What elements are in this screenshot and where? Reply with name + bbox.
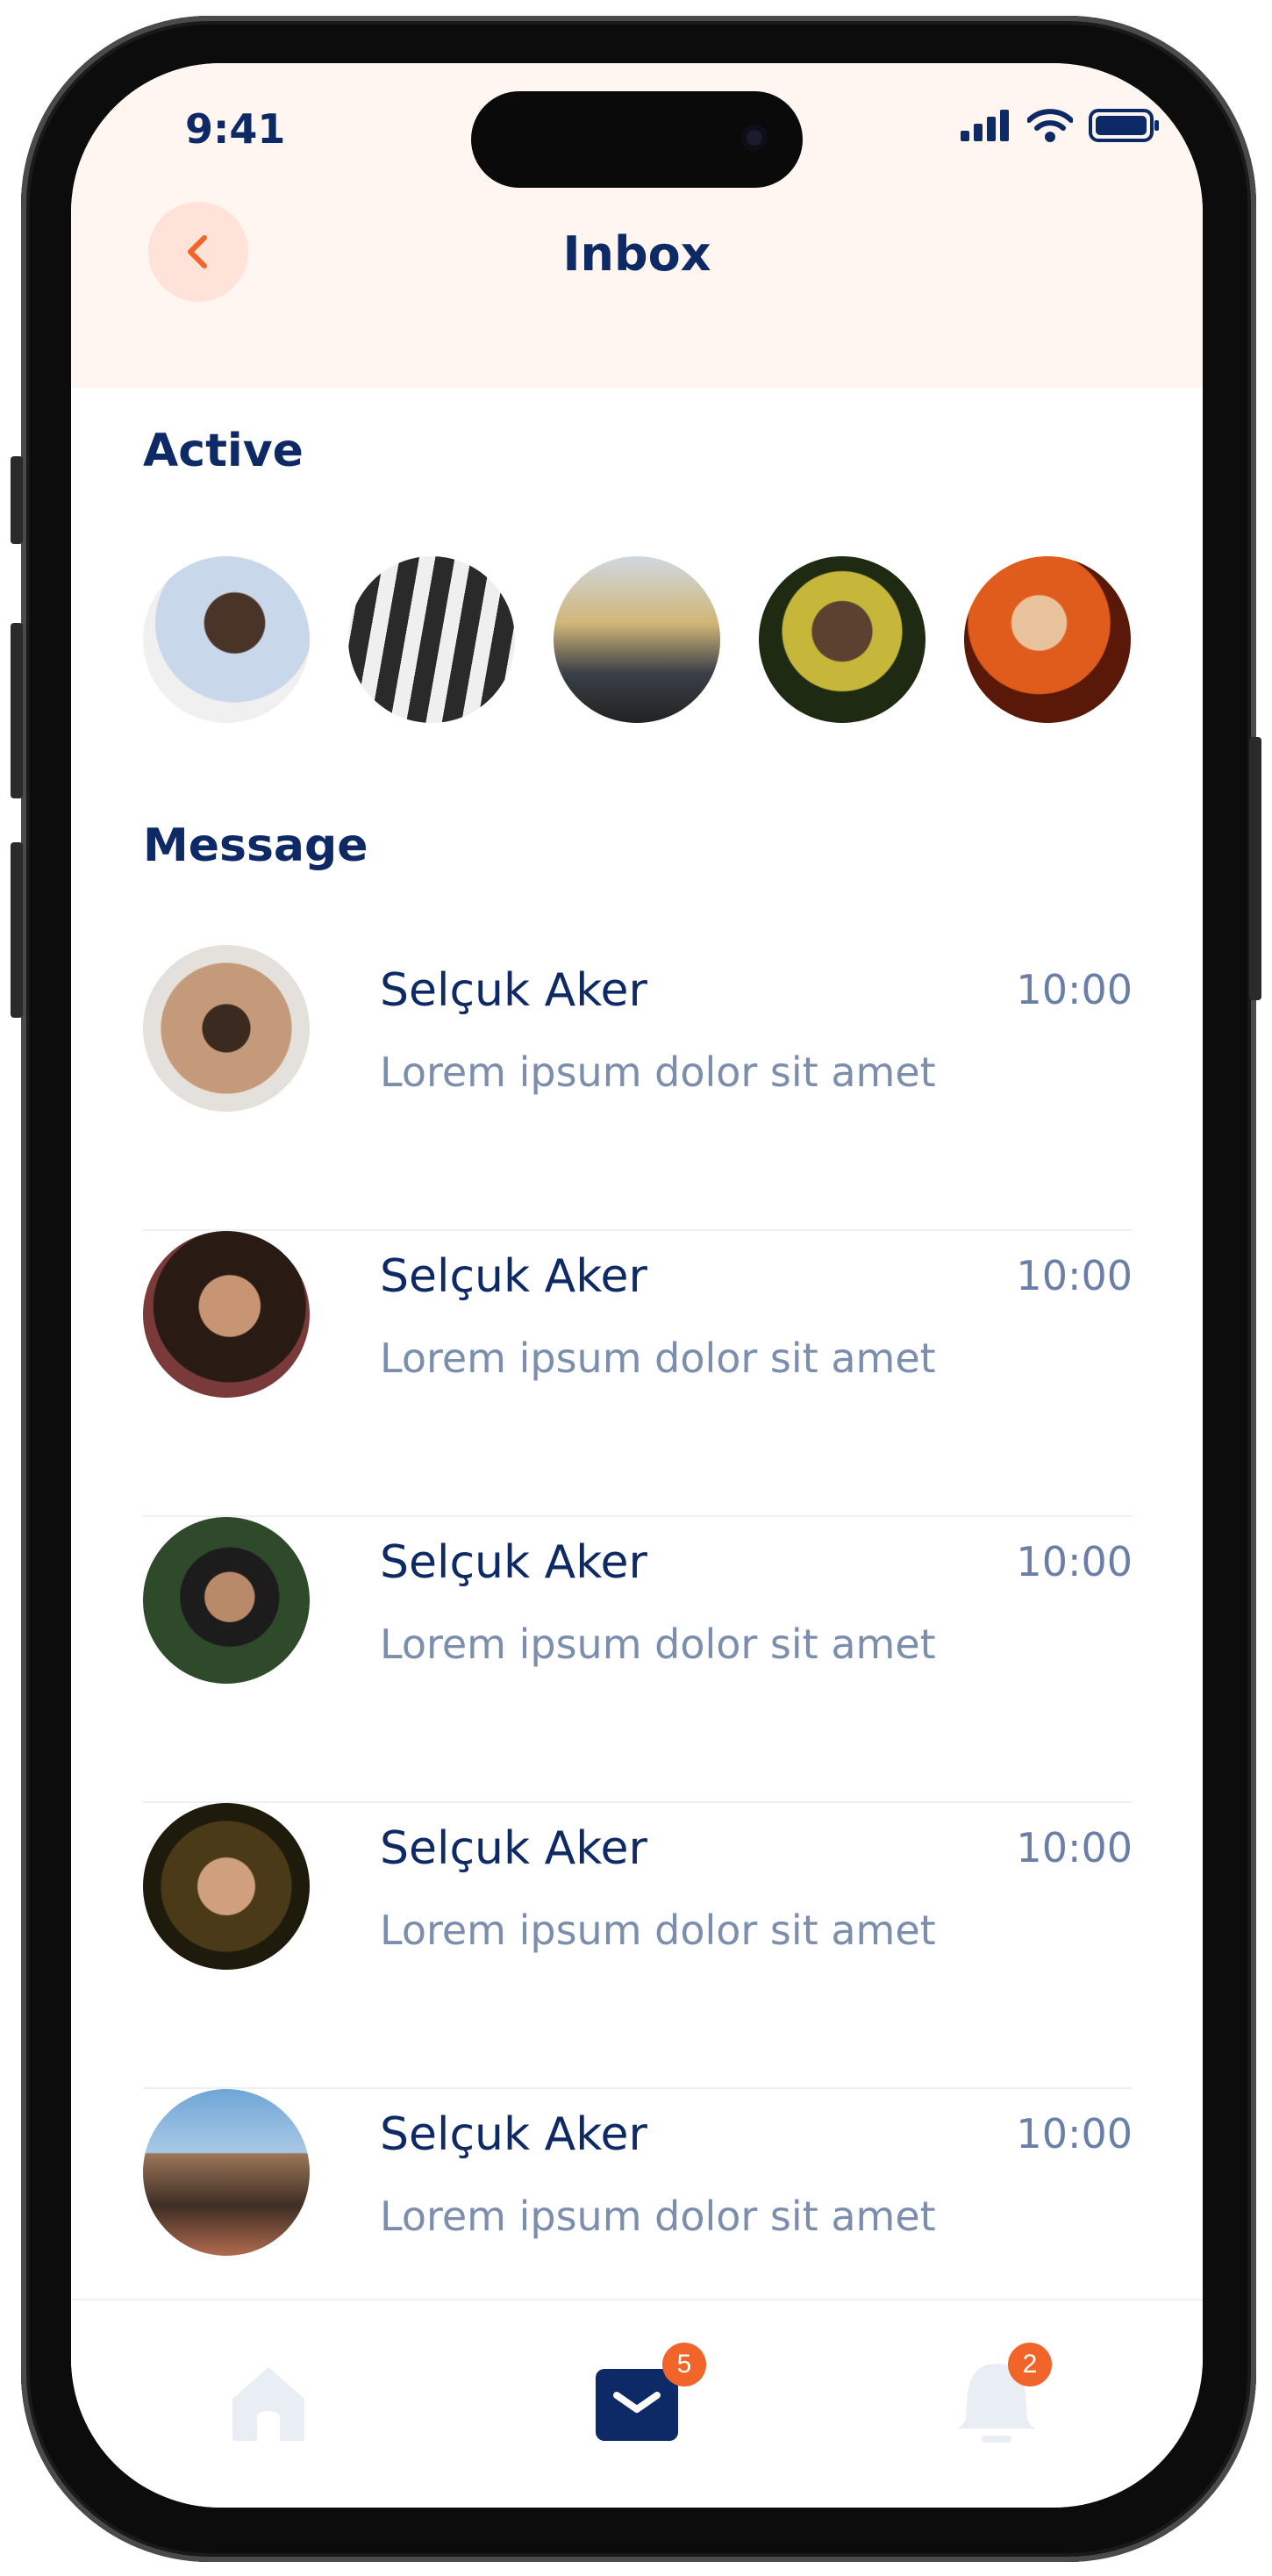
message-time: 10:00 — [1016, 1824, 1133, 1871]
power-button — [1249, 737, 1261, 1000]
message-preview: Lorem ipsum dolor sit amet — [380, 1048, 936, 1096]
contact-avatar — [143, 1803, 310, 1970]
mail-badge: 5 — [662, 2343, 706, 2386]
message-time: 10:00 — [1016, 966, 1133, 1013]
message-item[interactable]: Selçuk Aker 10:00 Lorem ipsum dolor sit … — [143, 1517, 1133, 1803]
tab-bar: 5 2 — [71, 2299, 1203, 2508]
message-section-title: Message — [143, 819, 368, 872]
contact-avatar — [143, 945, 310, 1112]
contact-name: Selçuk Aker — [380, 1250, 647, 1303]
status-icons — [961, 109, 1161, 142]
active-user-avatar[interactable] — [554, 556, 720, 723]
contact-name: Selçuk Aker — [380, 2108, 647, 2161]
contact-avatar — [143, 1231, 310, 1398]
battery-icon — [1089, 109, 1159, 142]
cellular-signal-icon — [961, 110, 1009, 141]
phone-screen: 9:41 Inbox Active Message Selçuk Aker 10… — [71, 63, 1203, 2508]
contact-name: Selçuk Aker — [380, 1822, 647, 1875]
front-camera — [741, 125, 768, 151]
active-users-row — [143, 556, 1133, 723]
tab-notifications[interactable]: 2 — [948, 2343, 1052, 2450]
active-section-title: Active — [143, 425, 304, 477]
tab-messages[interactable]: 5 — [589, 2343, 706, 2450]
message-preview: Lorem ipsum dolor sit amet — [380, 1907, 936, 1954]
message-time: 10:00 — [1016, 2110, 1133, 2157]
home-icon — [232, 2367, 304, 2441]
volume-up-button — [11, 623, 23, 798]
message-preview: Lorem ipsum dolor sit amet — [380, 1335, 936, 1382]
message-item[interactable]: Selçuk Aker 10:00 Lorem ipsum dolor sit … — [143, 1803, 1133, 2089]
notifications-badge: 2 — [1008, 2343, 1052, 2386]
active-user-avatar[interactable] — [143, 556, 310, 723]
message-list: Selçuk Aker 10:00 Lorem ipsum dolor sit … — [143, 945, 1133, 2373]
volume-down-button — [11, 842, 23, 1018]
contact-avatar — [143, 2089, 310, 2256]
status-time: 9:41 — [185, 105, 286, 153]
message-preview: Lorem ipsum dolor sit amet — [380, 1621, 936, 1668]
contact-name: Selçuk Aker — [380, 1536, 647, 1589]
action-button — [11, 456, 23, 544]
message-time: 10:00 — [1016, 1538, 1133, 1585]
message-item[interactable]: Selçuk Aker 10:00 Lorem ipsum dolor sit … — [143, 945, 1133, 1231]
wifi-icon — [1027, 109, 1073, 142]
message-preview: Lorem ipsum dolor sit amet — [380, 2193, 936, 2240]
page-title: Inbox — [562, 226, 711, 282]
message-item[interactable]: Selçuk Aker 10:00 Lorem ipsum dolor sit … — [143, 1231, 1133, 1517]
contact-avatar — [143, 1517, 310, 1684]
dynamic-island — [471, 91, 803, 188]
message-time: 10:00 — [1016, 1252, 1133, 1299]
active-user-avatar[interactable] — [348, 556, 515, 723]
tab-home[interactable] — [220, 2353, 317, 2450]
active-user-avatar[interactable] — [759, 556, 925, 723]
active-user-avatar[interactable] — [964, 556, 1131, 723]
contact-name: Selçuk Aker — [380, 964, 647, 1017]
